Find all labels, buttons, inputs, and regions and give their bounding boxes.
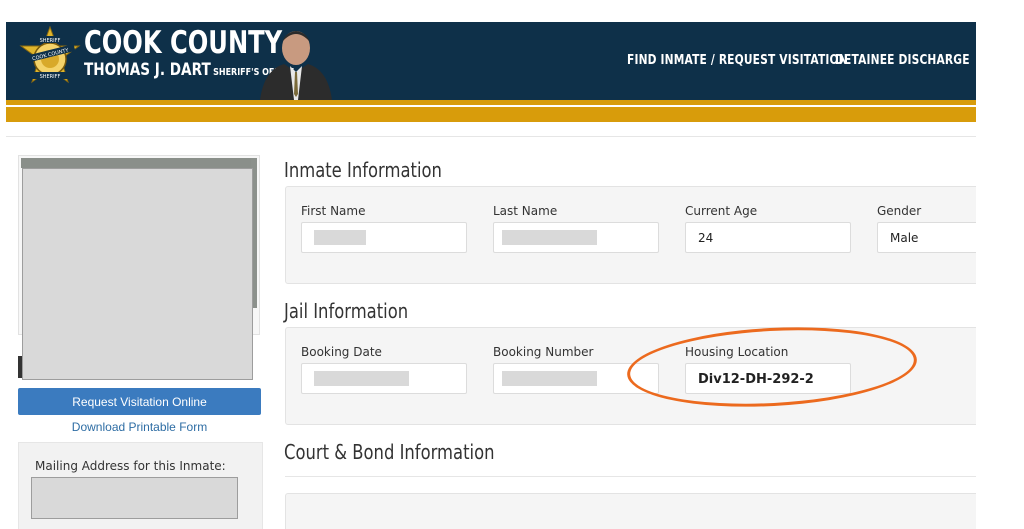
redacted-address xyxy=(31,477,238,519)
sheriff-badge-icon[interactable]: SHERIFF COOK COUNTY SHERIFF xyxy=(19,26,81,96)
redacted-last-name xyxy=(502,230,597,245)
redacted-booking-number xyxy=(502,371,597,386)
last-name-field[interactable] xyxy=(493,222,659,253)
redacted-photo xyxy=(22,168,253,380)
mailing-address-box: Mailing Address for this Inmate: xyxy=(18,442,263,529)
badge-bottom-text: SHERIFF xyxy=(40,74,61,80)
last-name-label: Last Name xyxy=(493,204,558,218)
court-bond-panel xyxy=(285,493,976,529)
gold-bar-divider xyxy=(6,105,976,107)
badge-top-text: SHERIFF xyxy=(40,38,61,44)
current-age-value: 24 xyxy=(698,231,714,245)
header-divider xyxy=(6,136,976,137)
brand-title[interactable]: COOK COUNTY xyxy=(84,26,282,60)
redacted-booking-date xyxy=(314,371,409,386)
current-age-field[interactable]: 24 xyxy=(685,222,851,253)
mailing-address-label: Mailing Address for this Inmate: xyxy=(35,459,226,473)
inmate-info-title: Inmate Information xyxy=(284,158,442,182)
booking-date-label: Booking Date xyxy=(301,345,382,359)
page-frame: SHERIFF COOK COUNTY SHERIFF COOK COUNTY … xyxy=(6,22,976,529)
first-name-label: First Name xyxy=(301,204,366,218)
gender-label: Gender xyxy=(877,204,922,218)
court-bond-title: Court & Bond Information xyxy=(284,440,495,464)
court-bond-divider xyxy=(285,476,976,477)
site-header: SHERIFF COOK COUNTY SHERIFF COOK COUNTY … xyxy=(6,22,976,100)
photo-edge xyxy=(21,158,255,168)
main-nav: FIND INMATE / REQUEST VISITATION DETAINE… xyxy=(627,53,976,68)
current-age-label: Current Age xyxy=(685,204,758,218)
gender-field[interactable]: Male xyxy=(877,222,976,253)
gender-value: Male xyxy=(890,231,919,245)
brand-name: THOMAS J. DART xyxy=(84,60,211,80)
inmate-info-panel: First Name Last Name Current Age 24 Gend… xyxy=(285,186,976,284)
download-form-link[interactable]: Download Printable Form xyxy=(18,420,261,434)
nav-find-inmate[interactable]: FIND INMATE / REQUEST VISITATION xyxy=(627,53,848,68)
booking-date-field[interactable] xyxy=(301,363,467,394)
sheriff-portrait-image xyxy=(260,31,332,100)
redacted-first-name xyxy=(314,230,366,245)
nav-detainee-discharge[interactable]: DETAINEE DISCHARGE xyxy=(835,53,970,68)
booking-number-label: Booking Number xyxy=(493,345,594,359)
gold-accent-bar xyxy=(6,100,976,122)
first-name-field[interactable] xyxy=(301,222,467,253)
jail-info-title: Jail Information xyxy=(284,299,409,323)
request-visitation-button[interactable]: Request Visitation Online xyxy=(18,388,261,415)
